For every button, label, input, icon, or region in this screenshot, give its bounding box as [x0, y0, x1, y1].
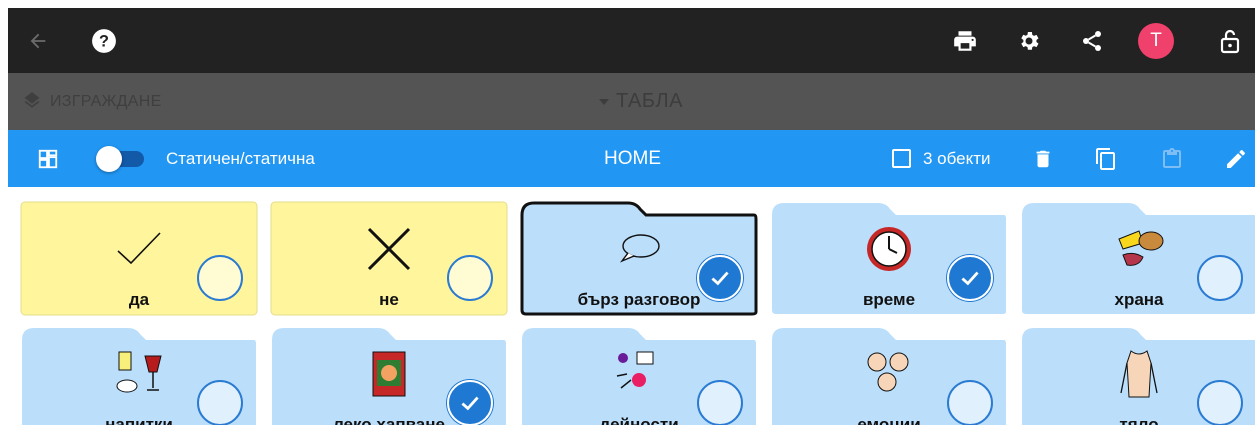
print-icon[interactable] — [945, 8, 985, 73]
select-circle[interactable] — [947, 380, 993, 425]
folder-tile[interactable]: емоции — [770, 326, 1008, 425]
caret-down-icon — [599, 98, 609, 105]
button-tile[interactable]: не — [270, 201, 508, 316]
paste-icon — [1160, 130, 1184, 187]
button-tile[interactable]: да — [20, 201, 258, 316]
folder-tile[interactable]: храна — [1020, 201, 1255, 316]
top-app-bar: ? T — [8, 8, 1255, 73]
back-arrow-icon[interactable] — [18, 8, 58, 73]
selected-count: 3 обекти — [923, 148, 991, 168]
folder-tile[interactable]: напитки — [20, 326, 258, 425]
lock-icon[interactable] — [1210, 8, 1250, 73]
folder-tile[interactable]: бърз разговор — [520, 201, 758, 316]
selected-check-icon[interactable] — [447, 380, 493, 425]
board-grid: да не бърз разговор време храна напитки … — [8, 187, 1255, 425]
select-circle[interactable] — [1197, 380, 1243, 425]
select-circle[interactable] — [1197, 255, 1243, 301]
avatar-letter: T — [1138, 22, 1174, 59]
board-name: HOME — [604, 147, 661, 169]
build-label: ИЗГРАЖДАНЕ — [50, 92, 162, 110]
avatar[interactable]: T — [1136, 8, 1176, 73]
boards-label: ТАБЛА — [616, 90, 683, 112]
static-toggle[interactable] — [96, 130, 144, 187]
settings-icon[interactable] — [1009, 8, 1049, 73]
select-circle[interactable] — [447, 255, 493, 301]
folder-tile[interactable]: дейности — [520, 326, 758, 425]
selected-check-icon[interactable] — [697, 255, 743, 301]
select-circle[interactable] — [197, 380, 243, 425]
mode-bar: ИЗГРАЖДАНЕ ТАБЛА — [8, 73, 1255, 130]
select-circle[interactable] — [197, 255, 243, 301]
folder-tile[interactable]: леко хапване — [270, 326, 508, 425]
select-all-checkbox[interactable] — [892, 130, 911, 187]
svg-text:?: ? — [99, 32, 109, 50]
folder-tile[interactable]: тяло — [1020, 326, 1255, 425]
grid-layout-icon[interactable] — [37, 130, 59, 187]
copy-icon[interactable] — [1094, 130, 1118, 187]
toggle-track — [96, 145, 144, 172]
select-circle[interactable] — [697, 380, 743, 425]
static-toggle-label: Статичен/статична — [166, 148, 315, 168]
toggle-knob — [96, 145, 122, 172]
layers-icon — [24, 91, 40, 108]
folder-tile[interactable]: време — [770, 201, 1008, 316]
edit-pencil-icon[interactable] — [1224, 130, 1248, 187]
build-tab[interactable]: ИЗГРАЖДАНЕ — [22, 73, 162, 130]
selected-check-icon[interactable] — [947, 255, 993, 301]
boards-dropdown[interactable]: ТАБЛА — [598, 73, 683, 130]
delete-icon[interactable] — [1032, 130, 1054, 187]
edit-toolbar: Статичен/статична HOME 3 обекти — [8, 130, 1255, 187]
help-icon[interactable]: ? — [84, 8, 124, 73]
share-icon[interactable] — [1072, 8, 1112, 73]
